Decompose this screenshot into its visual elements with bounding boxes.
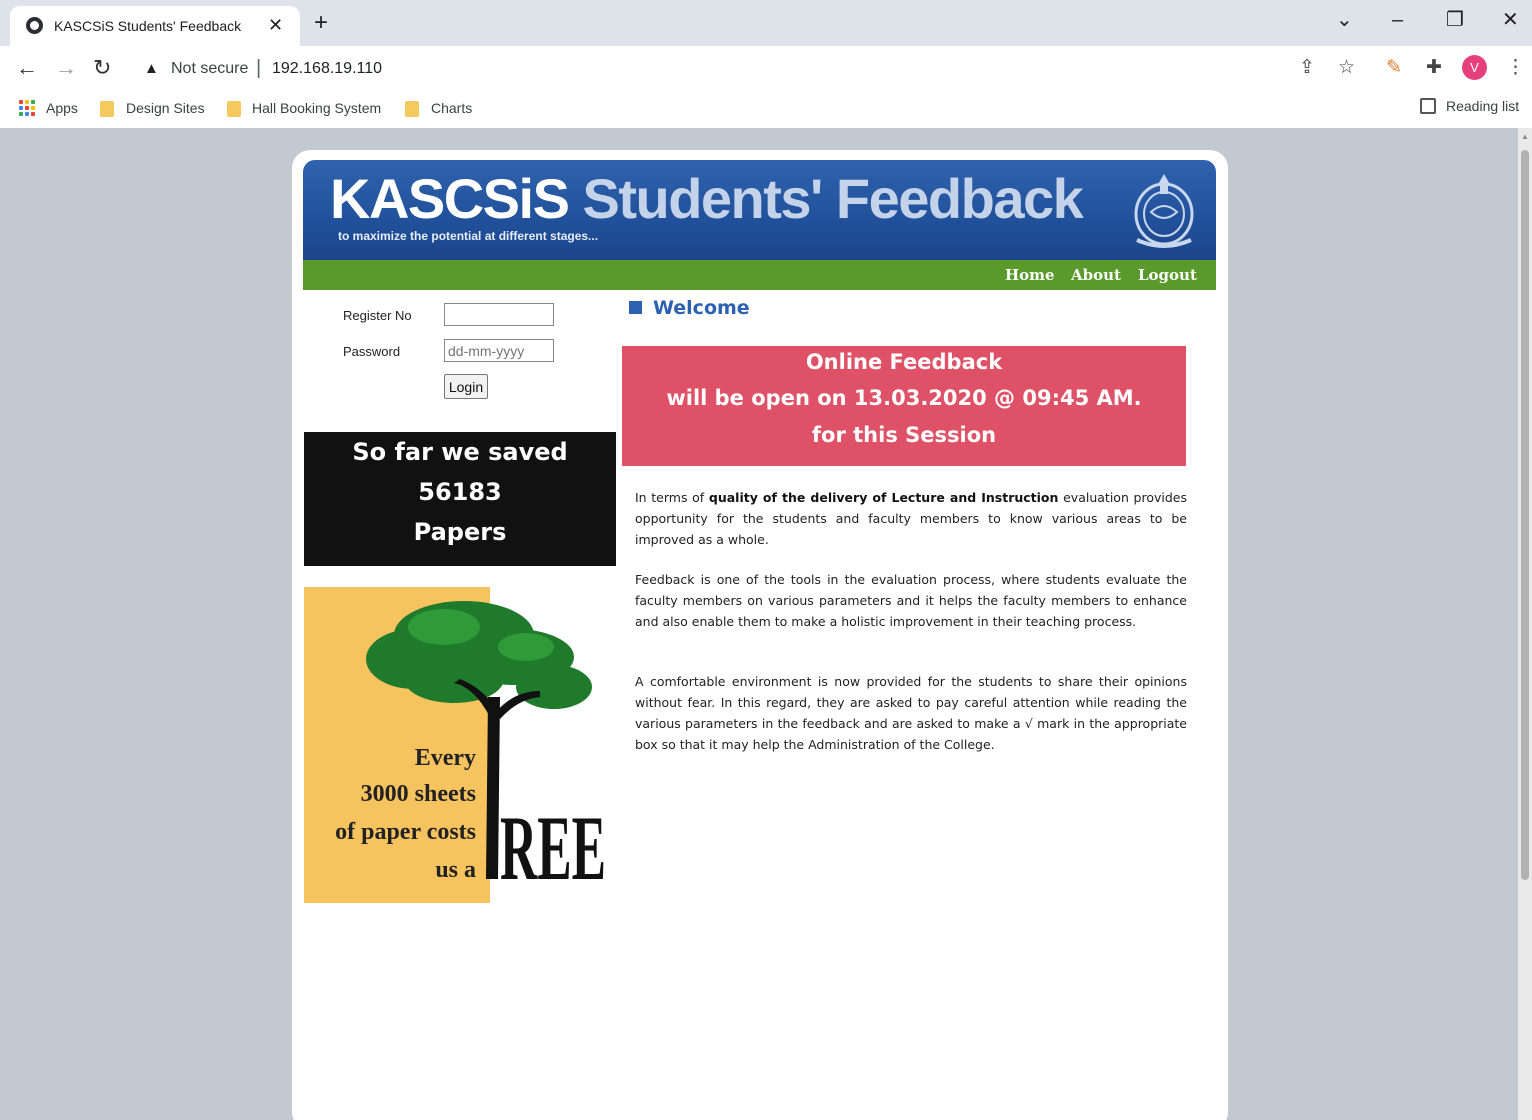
notice-line-2: will be open on 13.03.2020 @ 09:45 AM.: [666, 386, 1142, 410]
folder-icon: [227, 101, 241, 117]
reading-list-label[interactable]: Reading list: [1446, 98, 1519, 114]
poster-big-word: REE: [500, 797, 606, 899]
minimize-icon[interactable]: –: [1392, 8, 1403, 32]
poster-text-1: Every: [415, 745, 476, 771]
reading-list-icon[interactable]: [1420, 98, 1436, 114]
warning-icon[interactable]: ▲: [144, 60, 159, 77]
tab-search-icon[interactable]: ⌄: [1336, 8, 1353, 32]
nav-logout[interactable]: Logout: [1138, 266, 1197, 284]
saved-papers-box: So far we saved 56183 Papers: [304, 432, 616, 566]
paragraph-1-lead: In terms of: [635, 490, 709, 505]
maximize-icon[interactable]: ❐: [1446, 8, 1464, 32]
tab-close-icon[interactable]: ✕: [268, 14, 283, 36]
favicon-icon: [26, 17, 43, 34]
saved-count: 56183: [418, 478, 502, 506]
welcome-bullet-icon: [629, 301, 642, 314]
extension-puzzle-icon[interactable]: ✚: [1426, 57, 1442, 79]
bookmark-hall-booking[interactable]: Hall Booking System: [252, 100, 381, 116]
paragraph-2: Feedback is one of the tools in the eval…: [635, 572, 1187, 629]
site-tagline: to maximize the potential at different s…: [338, 229, 599, 243]
password-label: Password: [343, 344, 401, 359]
tab-strip: KASCSiS Students' Feedback ✕ + ⌄ – ❐ ✕: [0, 0, 1532, 46]
browser-tab[interactable]: KASCSiS Students' Feedback ✕: [10, 6, 300, 46]
notice-line-1: Online Feedback: [805, 350, 1003, 374]
notice-banner: Online Feedback will be open on 13.03.20…: [622, 346, 1186, 466]
paragraph-1-emphasis: quality of the delivery of Lecture and I…: [708, 490, 1059, 505]
poster-text-4: us a: [435, 857, 476, 883]
site-nav: Home About Logout: [303, 260, 1216, 290]
site-title-brand: KASCSiS: [330, 167, 570, 230]
password-input[interactable]: [444, 339, 554, 362]
new-tab-button[interactable]: +: [314, 11, 328, 35]
poster-text-2: 3000 sheets: [361, 781, 476, 807]
site-title: KASCSiS Students' Feedback: [330, 166, 1084, 231]
scroll-up-icon[interactable]: ▲: [1521, 132, 1529, 141]
saved-line-3: Papers: [413, 518, 507, 546]
register-no-label: Register No: [343, 308, 412, 323]
folder-icon: [405, 101, 419, 117]
profile-avatar[interactable]: V: [1462, 55, 1487, 80]
toolbar: ← → ↻ ▲ Not secure | 192.168.19.110 ⇪ ☆ …: [0, 46, 1532, 92]
security-label[interactable]: Not secure: [171, 60, 248, 78]
star-icon[interactable]: ☆: [1338, 57, 1355, 79]
back-icon[interactable]: ←: [16, 56, 38, 80]
menu-dots-icon[interactable]: ⋮: [1506, 57, 1525, 79]
folder-icon: [100, 101, 114, 117]
apps-grid-icon[interactable]: [19, 100, 35, 116]
saved-line-1: So far we saved: [352, 438, 568, 466]
bookmark-apps[interactable]: Apps: [46, 100, 78, 116]
save-tree-poster: Every 3000 sheets of paper costs us a RE…: [304, 587, 616, 903]
scroll-thumb[interactable]: [1521, 150, 1529, 880]
scrollbar[interactable]: ▲: [1518, 128, 1532, 1120]
nav-about[interactable]: About: [1071, 266, 1121, 284]
close-window-icon[interactable]: ✕: [1502, 8, 1519, 32]
paragraph-3: A comfortable environment is now provide…: [635, 674, 1187, 752]
poster-text-3: of paper costs: [335, 819, 476, 845]
extension-pen-icon[interactable]: ✎: [1386, 57, 1402, 79]
address-bar[interactable]: 192.168.19.110: [272, 60, 382, 78]
tab-title: KASCSiS Students' Feedback: [54, 18, 242, 34]
site-title-feedback: Students' Feedback: [582, 167, 1084, 230]
welcome-heading: Welcome: [653, 297, 750, 319]
omnibox-divider: |: [256, 57, 262, 79]
notice-line-3: for this Session: [811, 423, 997, 447]
reload-icon[interactable]: ↻: [93, 56, 111, 80]
college-emblem-icon: [1134, 174, 1194, 248]
share-icon[interactable]: ⇪: [1299, 57, 1315, 79]
forward-icon[interactable]: →: [55, 56, 77, 80]
nav-home[interactable]: Home: [1005, 266, 1055, 284]
login-button[interactable]: Login: [444, 374, 488, 399]
site-header: KASCSiS Students' Feedback to maximize t…: [303, 160, 1216, 260]
paragraph-1: In terms of quality of the delivery of L…: [635, 487, 1187, 550]
bookmark-design-sites[interactable]: Design Sites: [126, 100, 205, 116]
bookmark-charts[interactable]: Charts: [431, 100, 472, 116]
register-no-input[interactable]: [444, 303, 554, 326]
